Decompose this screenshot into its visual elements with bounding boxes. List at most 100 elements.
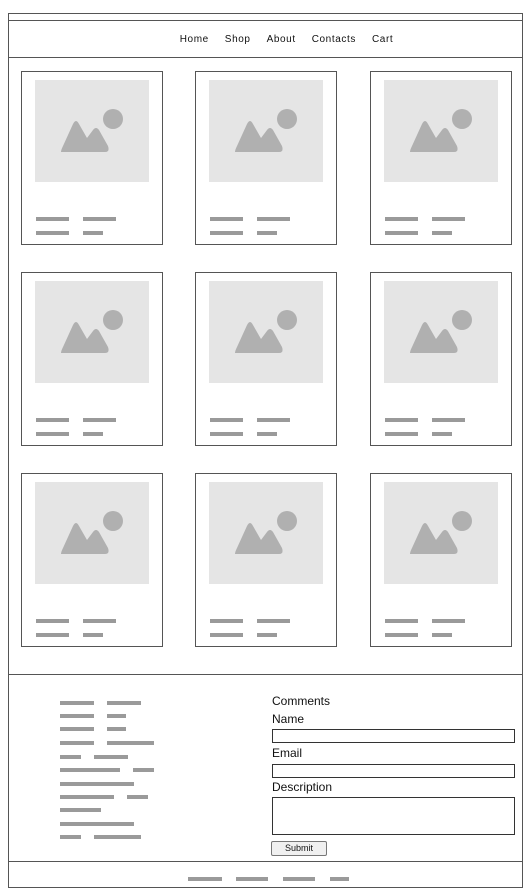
footer-text-line [60, 727, 94, 731]
footer-text-line [60, 835, 81, 839]
footer-text-line [60, 768, 120, 772]
product-text-line [432, 432, 452, 436]
product-image [384, 482, 498, 584]
product-text-line [36, 418, 69, 422]
product-text-line [83, 217, 116, 221]
product-text-line [36, 432, 69, 436]
product-text-line [36, 231, 69, 235]
footer-text-line [60, 808, 101, 812]
product-text-line [385, 217, 418, 221]
footer-text-line [60, 714, 94, 718]
product-image [209, 482, 323, 584]
product-image [209, 281, 323, 383]
product-image [35, 80, 149, 182]
product-text-line [385, 432, 418, 436]
submit-button[interactable]: Submit [271, 841, 327, 856]
image-placeholder-icon [235, 310, 297, 353]
product-text-line [257, 418, 290, 422]
product-image [209, 80, 323, 182]
product-image [35, 482, 149, 584]
image-placeholder-icon [410, 511, 472, 554]
image-placeholder-icon [235, 511, 297, 554]
bottom-bar-line [330, 877, 349, 881]
footer-text-line [60, 701, 94, 705]
product-text-line [83, 418, 116, 422]
product-text-line [432, 633, 452, 637]
bottom-bar-line [283, 877, 315, 881]
product-text-line [257, 217, 290, 221]
image-placeholder-icon [61, 511, 123, 554]
product-text-line [385, 619, 418, 623]
name-label: Name [272, 712, 305, 726]
product-card[interactable] [195, 272, 337, 446]
product-text-line [36, 633, 69, 637]
product-text-line [257, 633, 277, 637]
image-placeholder-icon [410, 310, 472, 353]
footer-text-line [60, 741, 94, 745]
nav-home[interactable]: Home [180, 34, 209, 45]
product-text-line [432, 217, 465, 221]
nav-cart[interactable]: Cart [372, 34, 393, 45]
product-text-line [257, 432, 277, 436]
product-text-line [210, 231, 243, 235]
bottom-bar-line [236, 877, 268, 881]
product-card[interactable] [21, 71, 163, 245]
product-card[interactable] [370, 272, 512, 446]
product-text-line [83, 432, 103, 436]
form-title: Comments [272, 694, 331, 708]
product-text-line [36, 217, 69, 221]
image-placeholder-icon [235, 109, 297, 152]
nav-about[interactable]: About [267, 34, 296, 45]
name-field[interactable] [272, 729, 515, 743]
nav-shop[interactable]: Shop [225, 34, 251, 45]
product-text-line [36, 619, 69, 623]
bottom-bar-line [188, 877, 222, 881]
product-text-line [257, 231, 277, 235]
bottom-bar-rule [8, 861, 523, 862]
header-bottom-rule [8, 57, 523, 58]
image-placeholder-icon [61, 310, 123, 353]
product-text-line [257, 619, 290, 623]
product-text-line [210, 633, 243, 637]
product-image [384, 80, 498, 182]
product-text-line [210, 418, 243, 422]
product-text-line [385, 231, 418, 235]
footer-text-line [107, 714, 126, 718]
description-label: Description [272, 780, 333, 794]
email-label: Email [272, 746, 303, 760]
footer-text-line [107, 727, 126, 731]
image-placeholder-icon [61, 109, 123, 152]
footer-text-line [94, 835, 141, 839]
product-text-line [210, 619, 243, 623]
footer-text-line [127, 795, 148, 799]
product-text-line [432, 418, 465, 422]
product-card[interactable] [195, 71, 337, 245]
product-text-line [385, 633, 418, 637]
product-text-line [210, 217, 243, 221]
product-image [384, 281, 498, 383]
nav-contacts[interactable]: Contacts [312, 34, 356, 45]
product-text-line [83, 633, 103, 637]
product-card[interactable] [370, 473, 512, 647]
product-card[interactable] [21, 473, 163, 647]
footer-text-line [107, 701, 141, 705]
product-text-line [385, 418, 418, 422]
footer-text-line [94, 755, 128, 759]
footer-text-line [107, 741, 154, 745]
image-placeholder-icon [410, 109, 472, 152]
product-text-line [432, 619, 465, 623]
footer-text-line [60, 822, 134, 826]
main-nav: Home Shop About Contacts Cart [8, 21, 523, 57]
product-text-line [83, 619, 116, 623]
description-textarea[interactable] [272, 797, 515, 835]
footer-text-line [133, 768, 154, 772]
product-card[interactable] [195, 473, 337, 647]
footer-text-line [60, 782, 134, 786]
product-card[interactable] [370, 71, 512, 245]
product-image [35, 281, 149, 383]
product-card[interactable] [21, 272, 163, 446]
email-field[interactable] [272, 764, 515, 778]
footer-top-rule [8, 674, 523, 675]
product-text-line [83, 231, 103, 235]
footer-text-line [60, 755, 81, 759]
